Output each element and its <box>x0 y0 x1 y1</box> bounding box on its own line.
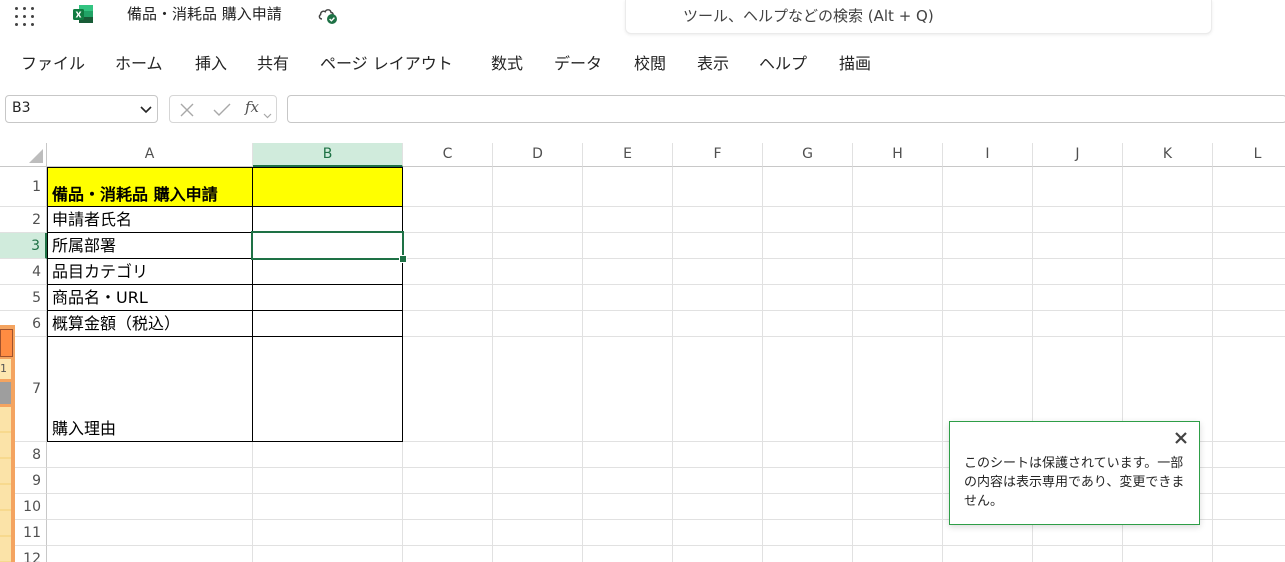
form-title: 備品・消耗品 購入申請 <box>52 185 218 204</box>
label-cell[interactable]: 概算金額（税込） <box>47 310 253 337</box>
column-header-f[interactable]: F <box>673 143 763 167</box>
estimated-amount-input-cell[interactable] <box>252 310 403 337</box>
select-all-triangle-icon <box>29 149 43 163</box>
gridline <box>492 167 493 562</box>
app-launcher-icon[interactable] <box>13 5 35 26</box>
stub-label: 1 <box>0 359 11 379</box>
fill-handle[interactable] <box>399 255 407 263</box>
column-header-e[interactable]: E <box>583 143 673 167</box>
chevron-down-icon[interactable] <box>263 105 272 124</box>
column-header-b[interactable]: B <box>253 143 403 167</box>
menu-formulas[interactable]: 数式 <box>491 53 523 75</box>
waffle-dot <box>31 7 34 10</box>
column-header-h[interactable]: H <box>853 143 943 167</box>
column-header-g[interactable]: G <box>763 143 853 167</box>
menu-file[interactable]: ファイル <box>21 53 85 75</box>
search-box[interactable]: ツール、ヘルプなどの検索 (Alt + Q) <box>625 0 1212 34</box>
stub-rows <box>0 407 11 562</box>
sheet-protected-notification: このシートは保護されています。一部の内容は表示専用であり、変更できません。 <box>949 421 1200 525</box>
menu-view[interactable]: 表示 <box>697 53 729 75</box>
applicant-name-label: 申請者氏名 <box>52 209 133 229</box>
column-header-k[interactable]: K <box>1123 143 1213 167</box>
column-header-j[interactable]: J <box>1033 143 1123 167</box>
column-header-c[interactable]: C <box>403 143 493 167</box>
label-cell[interactable]: 商品名・URL <box>47 284 253 311</box>
search-placeholder: ツール、ヘルプなどの検索 (Alt + Q) <box>683 7 934 25</box>
cancel-icon[interactable] <box>178 101 196 123</box>
category-input-cell[interactable] <box>252 258 403 285</box>
department-label: 所属部署 <box>52 235 117 255</box>
gridline <box>942 167 943 562</box>
waffle-dot <box>23 7 26 10</box>
stub-header <box>0 329 13 357</box>
row-header-1[interactable]: 1 <box>0 167 47 207</box>
column-header-i[interactable]: I <box>943 143 1033 167</box>
insert-function-button[interactable]: fx <box>245 98 259 116</box>
label-cell[interactable]: 購入理由 <box>47 336 253 442</box>
name-box-value: B3 <box>12 100 31 116</box>
chevron-down-icon[interactable] <box>139 101 153 117</box>
menu-data[interactable]: データ <box>554 53 602 75</box>
menu-page-layout[interactable]: ページ レイアウト <box>320 53 453 75</box>
name-box[interactable]: B3 <box>5 95 158 123</box>
menu-home[interactable]: ホーム <box>115 53 163 75</box>
select-all-button[interactable] <box>0 143 47 167</box>
waffle-dot <box>15 7 18 10</box>
formula-input[interactable] <box>287 95 1285 123</box>
waffle-dot <box>15 23 18 26</box>
form-title-cell[interactable]: 備品・消耗品 購入申請 <box>47 167 403 207</box>
excel-logo-icon <box>72 3 94 25</box>
waffle-dot <box>31 23 34 26</box>
row-header-3[interactable]: 3 <box>0 233 47 259</box>
document-title[interactable]: 備品・消耗品 購入申請 <box>127 4 282 24</box>
close-icon[interactable] <box>1173 430 1189 446</box>
row-header-5[interactable]: 5 <box>0 285 47 311</box>
menu-insert[interactable]: 挿入 <box>195 53 227 75</box>
active-cell-selection[interactable] <box>251 231 404 260</box>
column-header-l[interactable]: L <box>1213 143 1285 167</box>
estimated-amount-label: 概算金額（税込） <box>52 313 181 333</box>
waffle-dot <box>23 23 26 26</box>
cloud-saved-icon[interactable] <box>317 5 339 25</box>
label-cell[interactable]: 申請者氏名 <box>47 206 253 233</box>
product-name-input-cell[interactable] <box>252 284 403 311</box>
waffle-dot <box>31 15 34 18</box>
purchase-reason-input-cell[interactable] <box>252 336 403 442</box>
notification-message: このシートは保護されています。一部の内容は表示専用であり、変更できません。 <box>964 456 1185 509</box>
cell-border <box>252 167 253 207</box>
label-cell[interactable]: 品目カテゴリ <box>47 258 253 285</box>
gridline <box>582 167 583 562</box>
formula-actions: fx <box>169 95 277 123</box>
menu-review[interactable]: 校閲 <box>634 53 666 75</box>
check-icon[interactable] <box>212 101 232 123</box>
purchase-reason-label: 購入理由 <box>52 419 117 438</box>
stub-bar <box>0 382 11 404</box>
product-name-label: 商品名・URL <box>52 287 148 307</box>
label-cell[interactable]: 所属部署 <box>47 232 253 259</box>
menu-share[interactable]: 共有 <box>257 53 289 75</box>
column-header-a[interactable]: A <box>47 143 253 167</box>
background-window-edge: 1 <box>0 325 15 562</box>
menu-help[interactable]: ヘルプ <box>759 53 807 75</box>
gridline <box>672 167 673 562</box>
menu-draw[interactable]: 描画 <box>839 53 871 75</box>
category-label: 品目カテゴリ <box>52 261 149 281</box>
waffle-dot <box>23 15 26 18</box>
column-header-d[interactable]: D <box>493 143 583 167</box>
row-header-4[interactable]: 4 <box>0 259 47 285</box>
applicant-name-input-cell[interactable] <box>252 206 403 233</box>
gridline <box>47 545 1285 546</box>
gridline <box>762 167 763 562</box>
gridline <box>852 167 853 562</box>
row-header-2[interactable]: 2 <box>0 207 47 233</box>
waffle-dot <box>15 15 18 18</box>
gridline <box>1212 167 1213 562</box>
